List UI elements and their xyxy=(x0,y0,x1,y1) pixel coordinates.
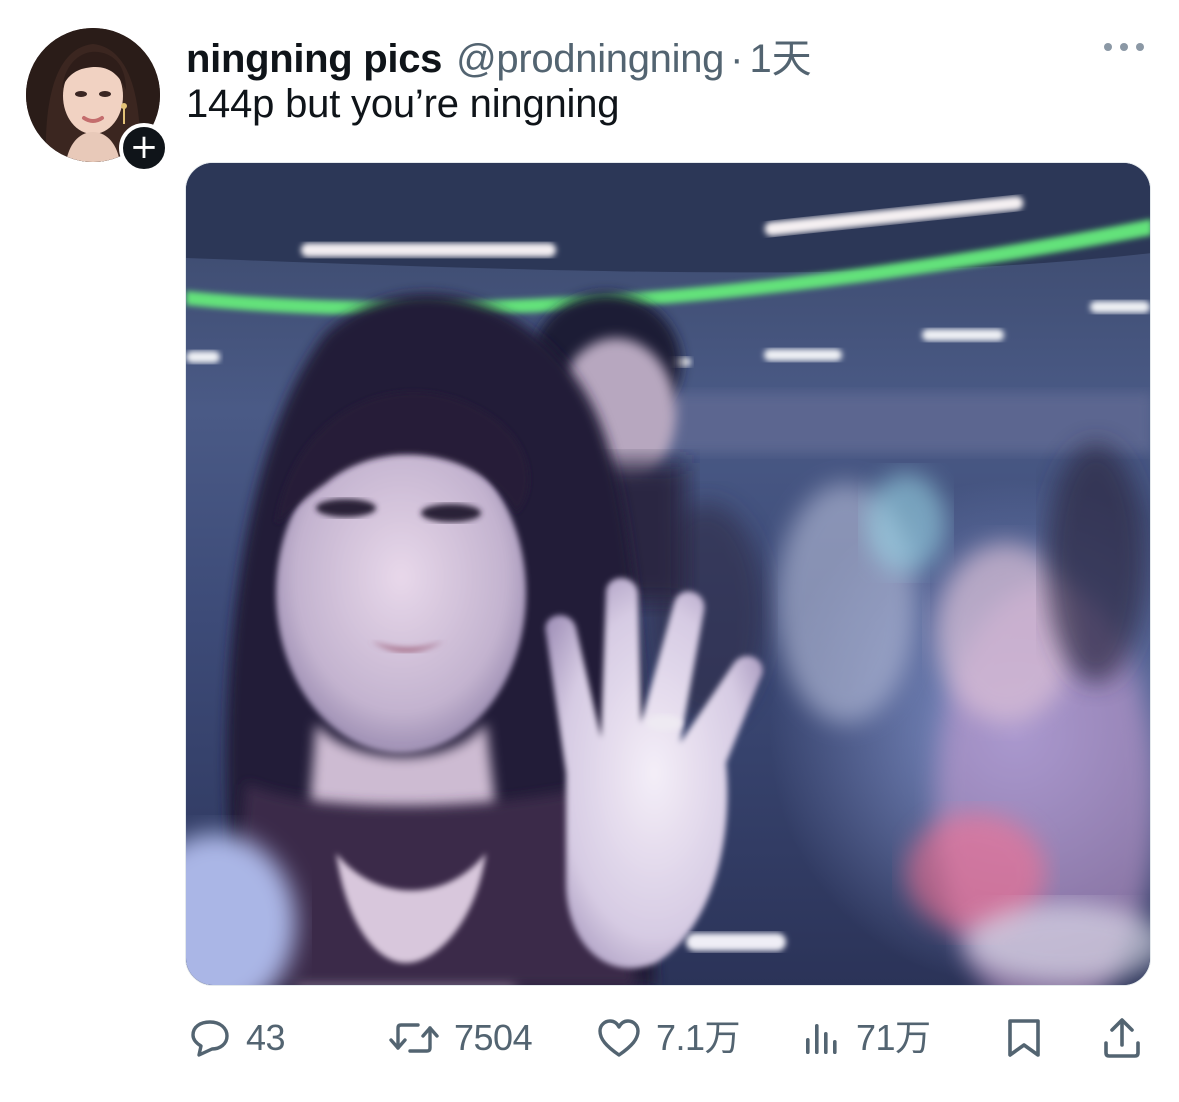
reply-count: 43 xyxy=(246,1017,286,1058)
share-icon xyxy=(1100,1015,1158,1061)
reply-icon xyxy=(188,1016,246,1060)
bookmark-button[interactable] xyxy=(1004,1008,1058,1068)
display-name[interactable]: ningning pics xyxy=(186,37,442,82)
tweet-header: ningning pics @prodningning · 1天 xyxy=(186,26,812,81)
like-button[interactable]: 7.1万 xyxy=(596,1008,741,1068)
bookmark-icon xyxy=(1004,1015,1058,1061)
avatar-container[interactable]: + xyxy=(26,28,169,173)
view-count: 71万 xyxy=(856,1017,931,1058)
tweet-actions: 43 7504 7.1万 71万 xyxy=(0,1008,1179,1068)
heart-icon xyxy=(596,1016,656,1060)
views-button[interactable]: 71万 xyxy=(802,1008,931,1068)
tweet-photo[interactable] xyxy=(185,162,1151,986)
tweet-time[interactable]: 1天 xyxy=(749,26,811,84)
tweet: + ningning pics @prodningning · 1天 144p … xyxy=(0,0,1179,1102)
tweet-text: 144p but you’re ningning xyxy=(186,82,620,126)
retweet-icon xyxy=(388,1016,454,1060)
follow-plus-button[interactable]: + xyxy=(119,123,169,173)
separator-dot: · xyxy=(730,37,744,81)
retweet-count: 7504 xyxy=(454,1017,533,1058)
share-button[interactable] xyxy=(1100,1008,1158,1068)
user-handle[interactable]: @prodningning xyxy=(456,37,724,82)
more-options-icon[interactable] xyxy=(1100,36,1148,58)
like-count: 7.1万 xyxy=(656,1017,741,1058)
reply-button[interactable]: 43 xyxy=(188,1008,286,1068)
retweet-button[interactable]: 7504 xyxy=(388,1008,533,1068)
analytics-icon xyxy=(802,1016,856,1060)
